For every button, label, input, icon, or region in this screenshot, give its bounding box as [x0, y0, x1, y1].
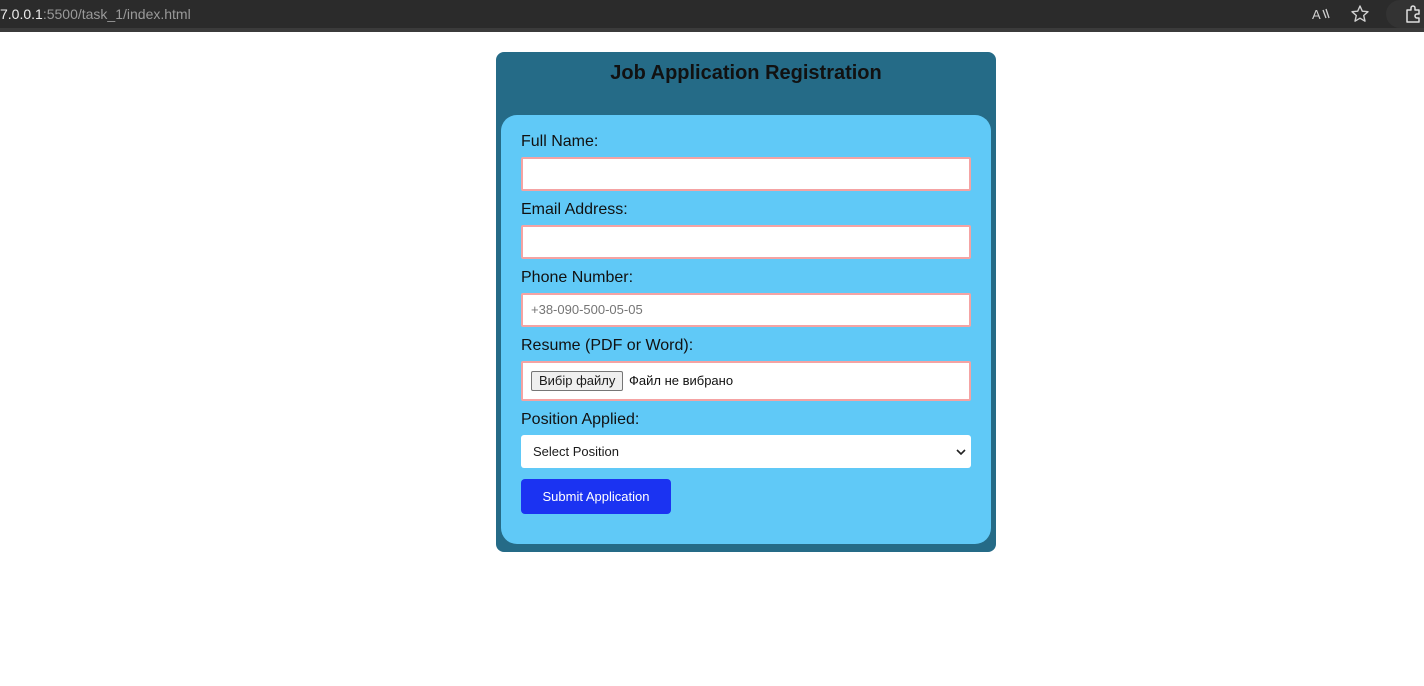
- svg-text:A: A: [1312, 7, 1321, 22]
- file-status-text: Файл не вибрано: [629, 373, 734, 388]
- application-card: Job Application Registration Full Name: …: [496, 52, 996, 552]
- phone-placeholder: +38-090-500-05-05: [531, 302, 643, 317]
- position-select[interactable]: Select Position: [521, 435, 971, 468]
- phone-input[interactable]: +38-090-500-05-05: [521, 293, 971, 327]
- page-title: Job Application Registration: [610, 62, 882, 84]
- application-form: Full Name: Email Address: Phone Number: …: [501, 115, 991, 544]
- url-host: 7.0.0.1: [0, 6, 43, 22]
- choose-file-button[interactable]: Вибір файлу: [531, 371, 624, 391]
- favorite-star-icon[interactable]: [1350, 4, 1370, 24]
- resume-file-input: Вибір файлу Файл не вибрано: [521, 361, 971, 401]
- url-path: :5500/task_1/index.html: [42, 6, 191, 22]
- address-bar[interactable]: 7.0.0.1:5500/task_1/index.html: [0, 5, 191, 23]
- resume-label: Resume (PDF or Word):: [521, 337, 694, 354]
- phone-label: Phone Number:: [521, 269, 634, 286]
- position-label: Position Applied:: [521, 411, 640, 428]
- chevron-down-icon: [956, 449, 966, 456]
- read-aloud-icon[interactable]: A: [1311, 4, 1331, 24]
- browser-toolbar: 7.0.0.1:5500/task_1/index.html A: [0, 0, 1424, 32]
- email-input[interactable]: [521, 225, 971, 259]
- full-name-label: Full Name:: [521, 133, 599, 150]
- position-selected-value: Select Position: [533, 444, 619, 459]
- email-label: Email Address:: [521, 201, 628, 218]
- extensions-icon[interactable]: [1386, 0, 1424, 28]
- full-name-input[interactable]: [521, 157, 971, 191]
- submit-application-button[interactable]: Submit Application: [521, 479, 671, 514]
